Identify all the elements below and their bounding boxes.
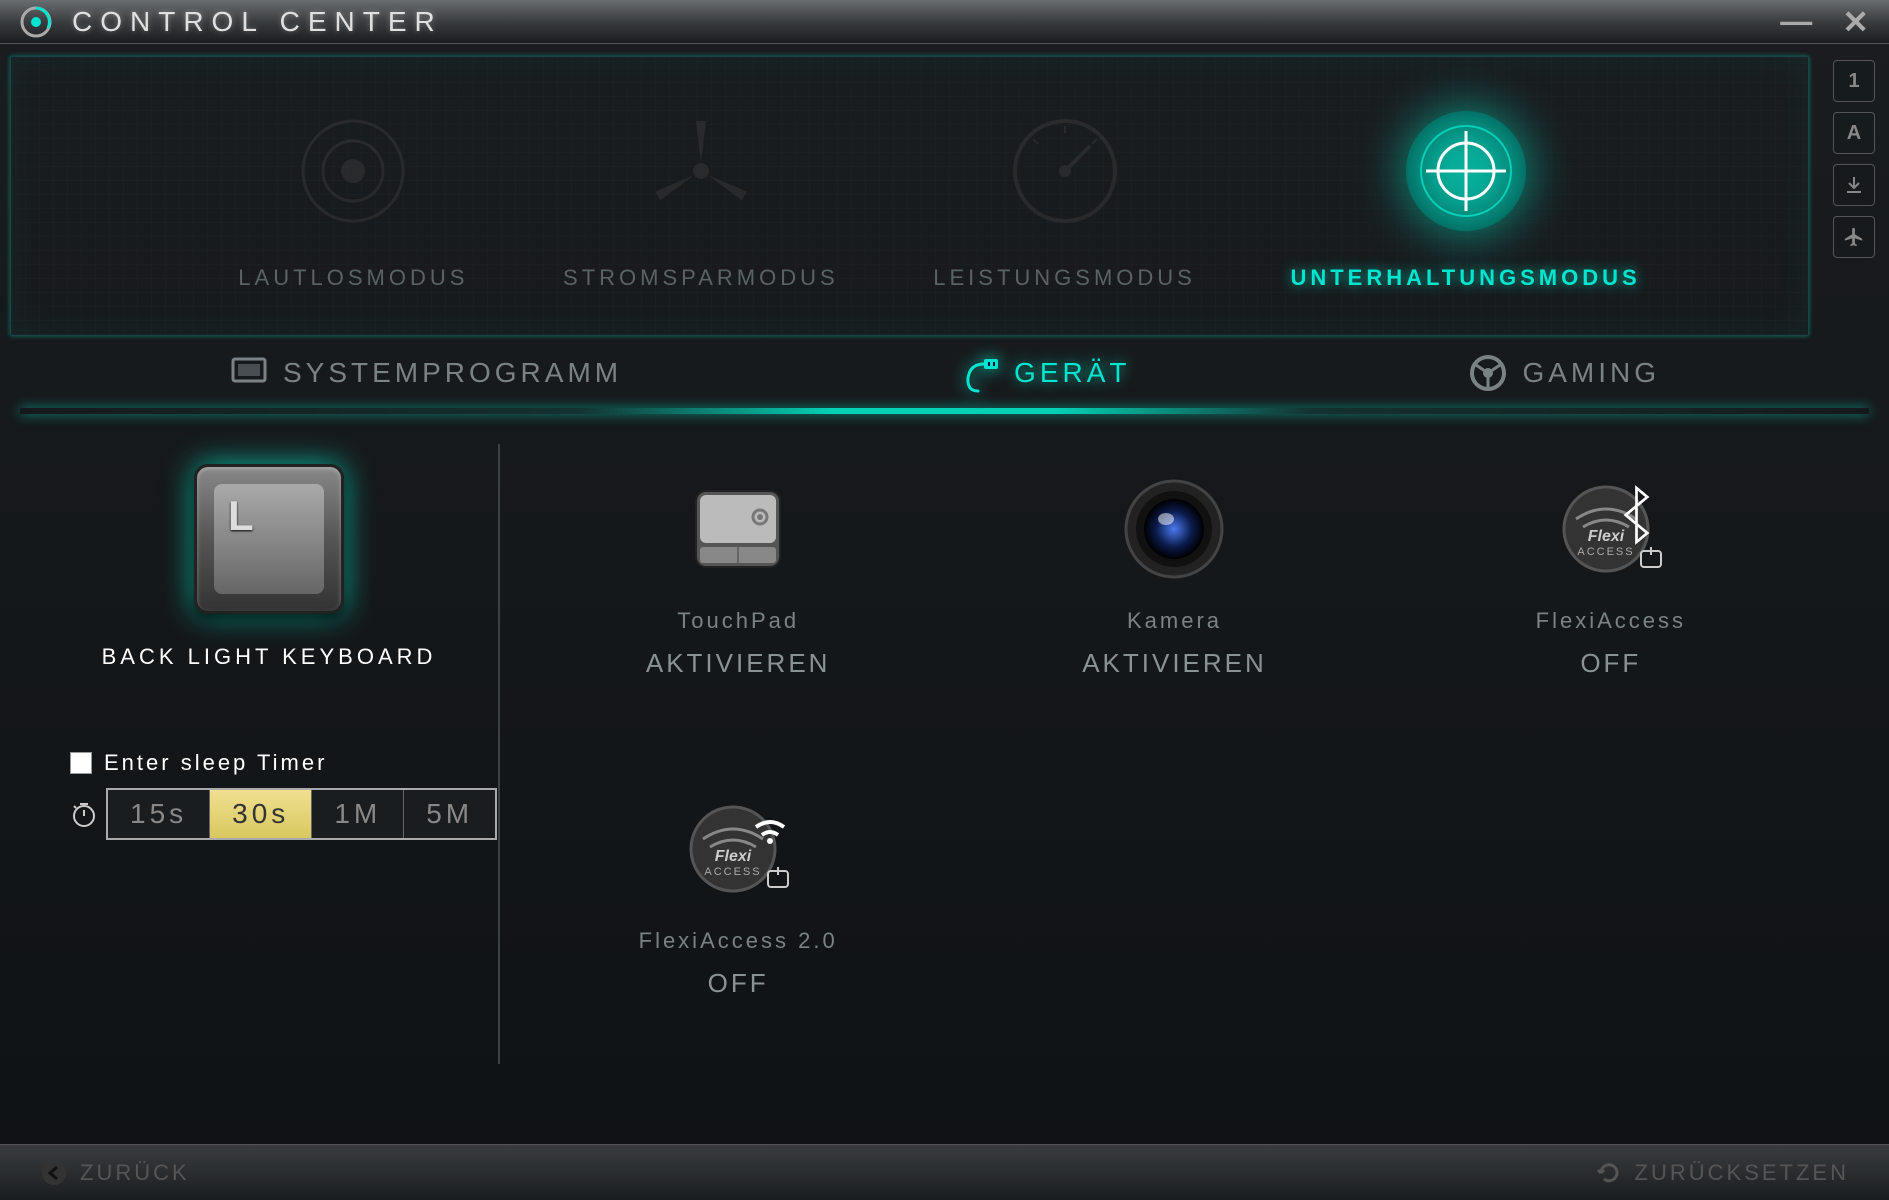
backlight-keyboard-tile[interactable]: L BACK LIGHT KEYBOARD bbox=[70, 464, 468, 670]
target-icon bbox=[1396, 101, 1536, 241]
timer-icon bbox=[70, 800, 98, 828]
sleep-timer-checkbox[interactable] bbox=[70, 752, 92, 774]
flexi-bluetooth-icon: Flexi ACCESS bbox=[1546, 464, 1676, 594]
mode-powersave-label: Stromsparmodus bbox=[563, 265, 839, 291]
reset-button[interactable]: ZURÜCKSETZEN bbox=[1595, 1159, 1849, 1187]
mode-entertainment-label: Unterhaltungsmodus bbox=[1290, 265, 1640, 291]
sleep-timer-1m[interactable]: 1M bbox=[312, 790, 404, 838]
device-flexiaccess2-status: OFF bbox=[708, 968, 769, 999]
scrolllock-indicator bbox=[1833, 164, 1875, 206]
left-panel: L BACK LIGHT KEYBOARD Enter sleep Timer … bbox=[40, 444, 500, 1064]
tab-bar: SYSTEMPROGRAMM GERÄT GAMING bbox=[0, 338, 1889, 408]
svg-text:ACCESS: ACCESS bbox=[1577, 546, 1634, 558]
backlight-label: BACK LIGHT KEYBOARD bbox=[102, 644, 437, 670]
windmill-icon bbox=[631, 101, 771, 241]
gauge-icon bbox=[995, 101, 1135, 241]
device-camera[interactable]: Kamera AKTIVIEREN bbox=[976, 464, 1372, 724]
speaker-icon bbox=[283, 101, 423, 241]
device-flexiaccess2-title: FlexiAccess 2.0 bbox=[639, 928, 838, 954]
tab-system[interactable]: SYSTEMPROGRAMM bbox=[229, 353, 622, 393]
reset-label: ZURÜCKSETZEN bbox=[1635, 1160, 1849, 1186]
tab-gaming[interactable]: GAMING bbox=[1468, 353, 1660, 393]
camera-icon bbox=[1109, 464, 1239, 594]
device-flexiaccess-status: OFF bbox=[1580, 648, 1641, 679]
close-button[interactable]: ✕ bbox=[1842, 3, 1869, 41]
minimize-button[interactable]: — bbox=[1780, 3, 1812, 41]
mode-performance[interactable]: Leistungsmodus bbox=[933, 101, 1196, 291]
flexi-wifi-icon: Flexi ACCESS bbox=[673, 784, 803, 914]
mode-entertainment[interactable]: Unterhaltungsmodus bbox=[1290, 101, 1640, 291]
keycap-icon: L bbox=[194, 464, 344, 614]
device-flexiaccess-title: FlexiAccess bbox=[1536, 608, 1686, 634]
right-panel: TouchPad AKTIVIEREN Kamera AKTIVIEREN bbox=[500, 444, 1849, 1064]
sleep-timer-segments: 15s 30s 1M 5M bbox=[106, 788, 497, 840]
device-touchpad[interactable]: TouchPad AKTIVIEREN bbox=[540, 464, 936, 724]
reset-icon bbox=[1595, 1159, 1623, 1187]
svg-text:Flexi: Flexi bbox=[715, 848, 752, 865]
tab-system-label: SYSTEMPROGRAMM bbox=[283, 357, 622, 389]
app-title: CONTROL CENTER bbox=[72, 6, 443, 38]
window-controls: — ✕ bbox=[1780, 3, 1869, 41]
sleep-timer-section: Enter sleep Timer 15s 30s 1M 5M bbox=[70, 750, 468, 840]
sleep-timer-5m[interactable]: 5M bbox=[404, 790, 495, 838]
plug-icon bbox=[960, 353, 1000, 393]
tab-gaming-label: GAMING bbox=[1522, 357, 1660, 389]
tab-device[interactable]: GERÄT bbox=[960, 353, 1130, 393]
touchpad-icon bbox=[673, 464, 803, 594]
svg-text:ACCESS: ACCESS bbox=[705, 866, 762, 878]
mode-powersave[interactable]: Stromsparmodus bbox=[563, 101, 839, 291]
sleep-timer-label: Enter sleep Timer bbox=[104, 750, 327, 776]
capslock-indicator: A bbox=[1833, 112, 1875, 154]
back-label: ZURÜCK bbox=[80, 1160, 190, 1186]
svg-text:Flexi: Flexi bbox=[1588, 528, 1625, 545]
device-flexiaccess2[interactable]: Flexi ACCESS FlexiAccess 2.0 OFF bbox=[540, 784, 936, 1044]
numlock-indicator: 1 bbox=[1833, 60, 1875, 102]
app-logo-icon bbox=[20, 6, 52, 38]
back-arrow-icon bbox=[40, 1159, 68, 1187]
device-touchpad-status: AKTIVIEREN bbox=[646, 648, 831, 679]
wheel-icon bbox=[1468, 353, 1508, 393]
mode-quiet[interactable]: Lautlosmodus bbox=[238, 101, 468, 291]
footer: ZURÜCK ZURÜCKSETZEN bbox=[0, 1144, 1889, 1200]
monitor-icon bbox=[229, 353, 269, 393]
airplane-mode-indicator bbox=[1833, 216, 1875, 258]
back-button[interactable]: ZURÜCK bbox=[40, 1159, 190, 1187]
device-touchpad-title: TouchPad bbox=[677, 608, 799, 634]
mode-performance-label: Leistungsmodus bbox=[933, 265, 1196, 291]
sleep-timer-30s[interactable]: 30s bbox=[210, 790, 312, 838]
side-indicators: 1 A bbox=[1833, 60, 1875, 258]
device-flexiaccess[interactable]: Flexi ACCESS FlexiAccess OFF bbox=[1413, 464, 1809, 724]
content: L BACK LIGHT KEYBOARD Enter sleep Timer … bbox=[0, 414, 1889, 1094]
device-camera-title: Kamera bbox=[1127, 608, 1222, 634]
mode-strip: Lautlosmodus Stromsparmodus Leistungsmod… bbox=[10, 56, 1809, 336]
tab-device-label: GERÄT bbox=[1014, 357, 1130, 389]
titlebar: CONTROL CENTER — ✕ bbox=[0, 0, 1889, 44]
sleep-timer-15s[interactable]: 15s bbox=[108, 790, 210, 838]
mode-quiet-label: Lautlosmodus bbox=[238, 265, 468, 291]
device-camera-status: AKTIVIEREN bbox=[1082, 648, 1267, 679]
